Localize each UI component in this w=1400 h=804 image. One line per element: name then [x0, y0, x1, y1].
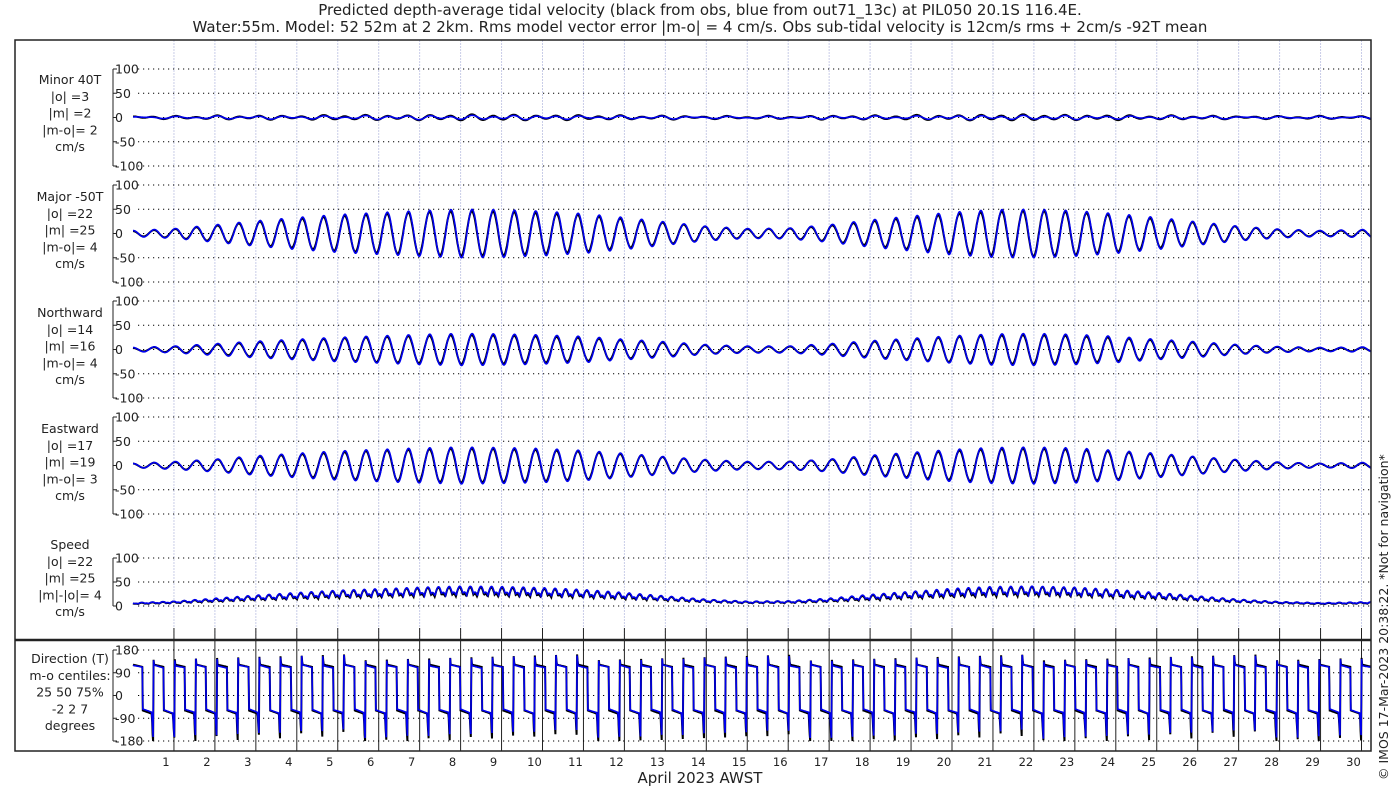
- panel-label-speed: cm/s: [55, 604, 85, 619]
- x-tick-label: 3: [244, 755, 251, 769]
- x-tick-label: 14: [691, 755, 706, 769]
- y-tick-label: -100: [115, 507, 143, 522]
- speed-model-line: [132, 585, 1371, 605]
- y-tick-label: 0: [115, 226, 123, 241]
- y-tick-label: 50: [115, 434, 131, 449]
- x-tick-label: 7: [408, 755, 415, 769]
- x-tick-label: 1: [162, 755, 169, 769]
- y-tick-label: 50: [115, 575, 131, 590]
- x-tick-label: 13: [650, 755, 665, 769]
- x-tick-label: 24: [1100, 755, 1115, 769]
- x-tick-label: 16: [773, 755, 788, 769]
- y-tick-label: 100: [115, 62, 139, 77]
- x-tick-label: 12: [609, 755, 624, 769]
- northward-model-line: [133, 332, 1372, 367]
- panel-label-major: cm/s: [55, 256, 85, 271]
- panel-label-eastward: Eastward: [41, 421, 99, 436]
- panel-label-minor: cm/s: [55, 139, 85, 154]
- x-tick-label: 5: [326, 755, 333, 769]
- panel-label-minor: |m-o|= 2: [42, 122, 97, 137]
- x-tick-label: 21: [978, 755, 993, 769]
- panel-label-northward: |o| =14: [47, 322, 93, 337]
- panel-label-eastward: cm/s: [55, 488, 85, 503]
- panel-label-eastward: |m| =19: [45, 455, 96, 470]
- x-tick-label: 30: [1346, 755, 1361, 769]
- y-tick-label: -100: [115, 275, 143, 290]
- y-tick-label: 0: [115, 458, 123, 473]
- panel-label-eastward: |m-o|= 3: [42, 471, 97, 486]
- panel-label-direction: m-o centiles:: [29, 668, 110, 683]
- panel-label-minor: |o| =3: [51, 89, 89, 104]
- plot-frame: [14, 39, 1372, 752]
- x-tick-label: 20: [937, 755, 952, 769]
- x-tick-label: 22: [1019, 755, 1034, 769]
- y-tick-label: -180: [115, 734, 143, 749]
- panel-label-minor: Minor 40T: [39, 72, 102, 87]
- y-tick-label: 0: [115, 688, 123, 703]
- x-tick-label: 6: [367, 755, 374, 769]
- y-tick-label: 100: [115, 178, 139, 193]
- panel-label-major: |m-o|= 4: [42, 239, 97, 254]
- y-tick-label: 180: [115, 643, 139, 658]
- panel-label-direction: -2 2 7: [52, 701, 88, 716]
- panel-label-northward: cm/s: [55, 372, 85, 387]
- x-tick-label: 27: [1223, 755, 1238, 769]
- chart-title-line: Water:55m. Model: 52 52m at 2 2km. Rms m…: [193, 18, 1208, 36]
- x-tick-label: 9: [490, 755, 497, 769]
- y-tick-label: -50: [115, 482, 135, 497]
- x-axis-label: April 2023 AWST: [638, 769, 764, 787]
- y-tick-label: 100: [115, 294, 139, 309]
- panel-label-major: |m| =25: [45, 223, 96, 238]
- y-tick-label: 50: [115, 318, 131, 333]
- panel-label-speed: |m|-|o|= 4: [38, 587, 102, 602]
- x-tick-label: 11: [568, 755, 583, 769]
- y-tick-label: -100: [115, 391, 143, 406]
- panel-label-speed: |m| =25: [45, 571, 96, 586]
- y-tick-label: 50: [115, 86, 131, 101]
- direction-model-line: [132, 654, 1372, 739]
- y-tick-label: 0: [115, 599, 123, 614]
- x-tick-label: 17: [814, 755, 829, 769]
- panel-label-speed: |o| =22: [47, 554, 93, 569]
- x-tick-label: 2: [203, 755, 210, 769]
- panel-label-direction: Direction (T): [31, 651, 109, 666]
- y-tick-label: 0: [115, 110, 123, 125]
- tidal-velocity-chart: Predicted depth-average tidal velocity (…: [14, 1, 1391, 787]
- panel-label-speed: Speed: [50, 537, 89, 552]
- y-tick-label: 0: [115, 342, 123, 357]
- x-tick-label: 28: [1264, 755, 1279, 769]
- y-tick-label: 90: [115, 665, 131, 680]
- copyright-notice: © IMOS 17-Mar-2023 20:38:22. *Not for na…: [1376, 454, 1391, 780]
- y-tick-label: -100: [115, 159, 143, 174]
- panel-label-direction: 25 50 75%: [36, 685, 104, 700]
- y-tick-label: -50: [115, 250, 135, 265]
- x-tick-label: 8: [449, 755, 456, 769]
- x-tick-label: 29: [1305, 755, 1320, 769]
- y-tick-label: 50: [115, 202, 131, 217]
- x-tick-label: 18: [855, 755, 870, 769]
- y-tick-label: -50: [115, 366, 135, 381]
- x-tick-label: 4: [285, 755, 292, 769]
- panel-label-northward: Northward: [37, 305, 103, 320]
- x-tick-label: 25: [1141, 755, 1156, 769]
- x-tick-label: 10: [527, 755, 542, 769]
- x-tick-label: 19: [896, 755, 911, 769]
- panel-label-direction: degrees: [45, 718, 95, 733]
- y-tick-label: 100: [115, 410, 139, 425]
- y-tick-label: 100: [115, 551, 139, 566]
- panel-label-major: |o| =22: [47, 206, 93, 221]
- x-tick-label: 15: [732, 755, 747, 769]
- y-tick-label: -50: [115, 134, 135, 149]
- panel-label-major: Major -50T: [37, 189, 104, 204]
- panel-label-eastward: |o| =17: [47, 438, 93, 453]
- x-tick-label: 26: [1182, 755, 1197, 769]
- y-tick-label: -90: [115, 711, 135, 726]
- panel-label-minor: |m| =2: [49, 106, 92, 121]
- x-tick-label: 23: [1060, 755, 1075, 769]
- direction-obs-line: [132, 654, 1372, 742]
- panel-label-northward: |m-o|= 4: [42, 355, 97, 370]
- panel-label-northward: |m| =16: [45, 339, 96, 354]
